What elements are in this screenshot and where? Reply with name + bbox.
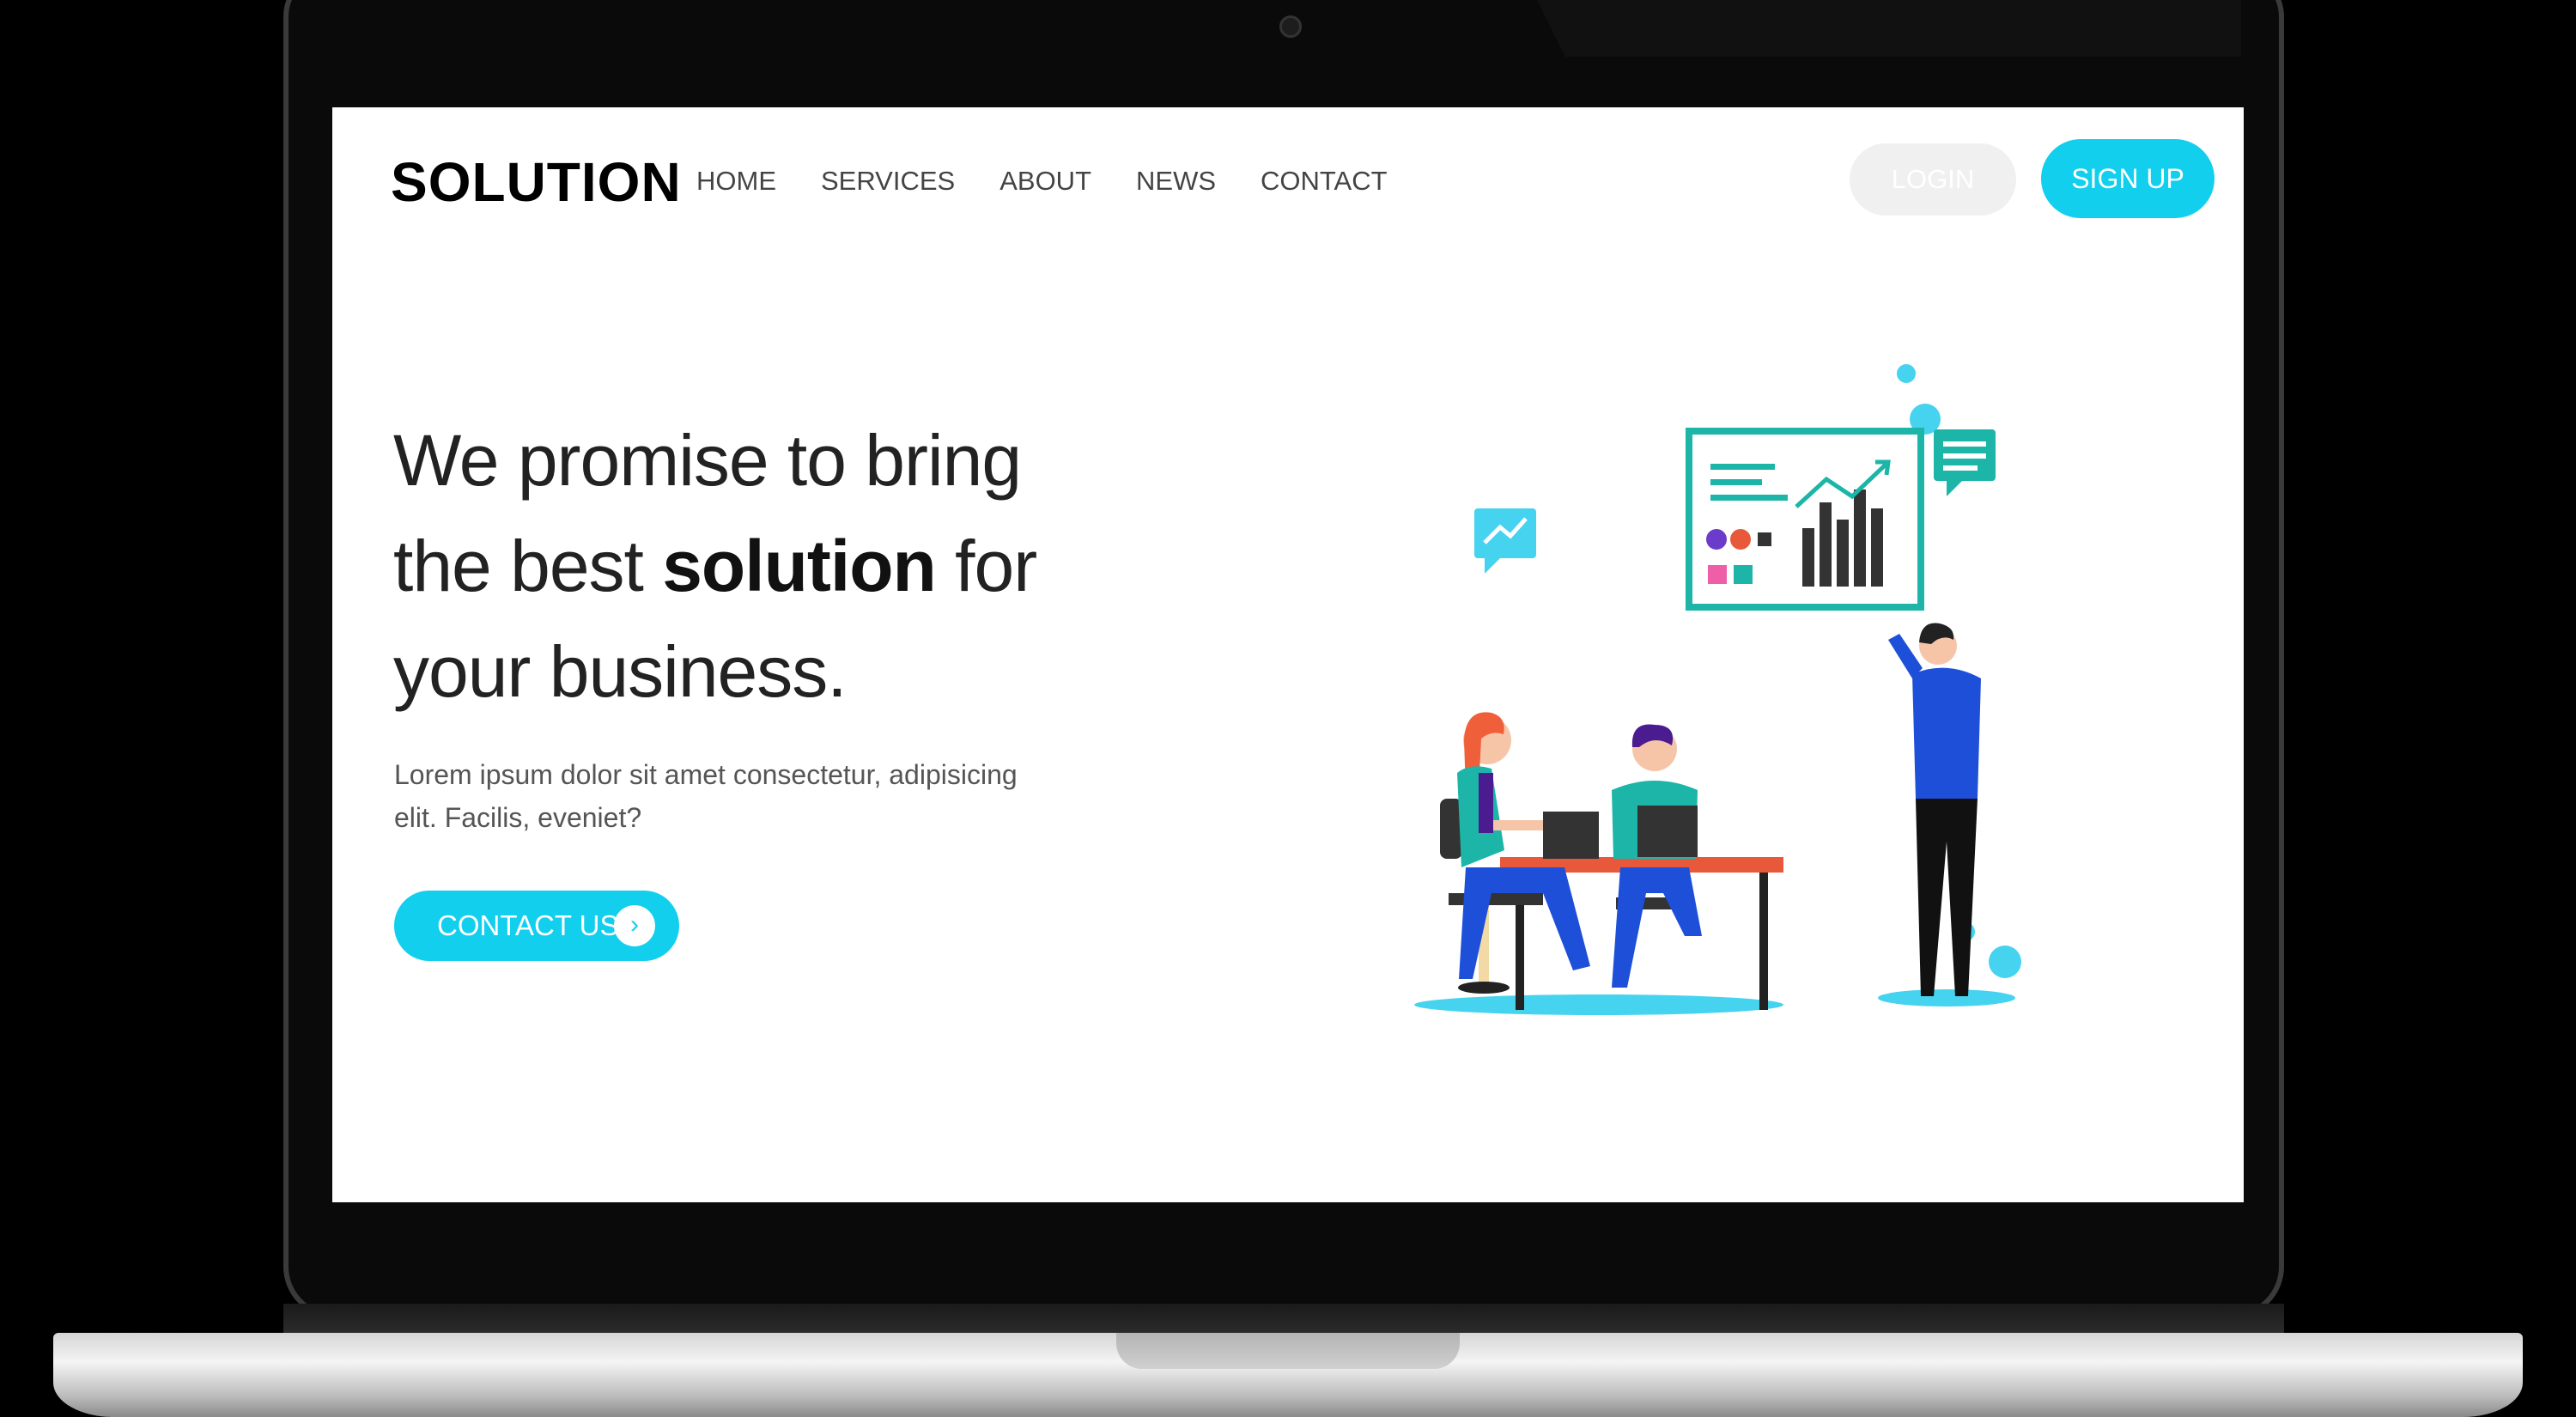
main-nav: HOME SERVICES ABOUT NEWS CONTACT [696, 166, 1388, 197]
nav-item-news[interactable]: NEWS [1136, 166, 1216, 197]
laptop-opening-notch [1116, 1333, 1460, 1369]
lid-shadow [1537, 0, 2241, 57]
nav-item-home[interactable]: HOME [696, 166, 776, 197]
man-figure [1612, 724, 1702, 988]
nav-item-contact[interactable]: CONTACT [1261, 166, 1388, 197]
chevron-right-icon: › [614, 905, 655, 946]
hero-headline-highlight: solution [662, 526, 937, 606]
contact-us-label: CONTACT US [437, 909, 619, 941]
hero-headline: We promise to bring the best solution fo… [393, 408, 1080, 725]
laptop-screen: SOLUTION HOME SERVICES ABOUT NEWS CONTAC… [332, 107, 2244, 1202]
growth-message-icon [1474, 508, 1536, 574]
login-button[interactable]: LOGIN [1850, 143, 2016, 216]
chart-board [1686, 428, 1924, 611]
presenter-figure [1888, 623, 1981, 996]
site-logo[interactable]: SOLUTION [391, 150, 682, 214]
signup-button[interactable]: SIGN UP [2041, 139, 2215, 218]
nav-item-services[interactable]: SERVICES [821, 166, 955, 197]
laptop-hinge [283, 1304, 2284, 1335]
contact-us-button[interactable]: CONTACT US › [394, 891, 679, 961]
message-icon [1934, 429, 1996, 496]
webcam-icon [1279, 15, 1302, 38]
hero-description: Lorem ipsum dolor sit amet consectetur, … [394, 759, 1018, 833]
team-meeting-illustration [1414, 364, 2021, 1015]
nav-item-about[interactable]: ABOUT [999, 166, 1091, 197]
